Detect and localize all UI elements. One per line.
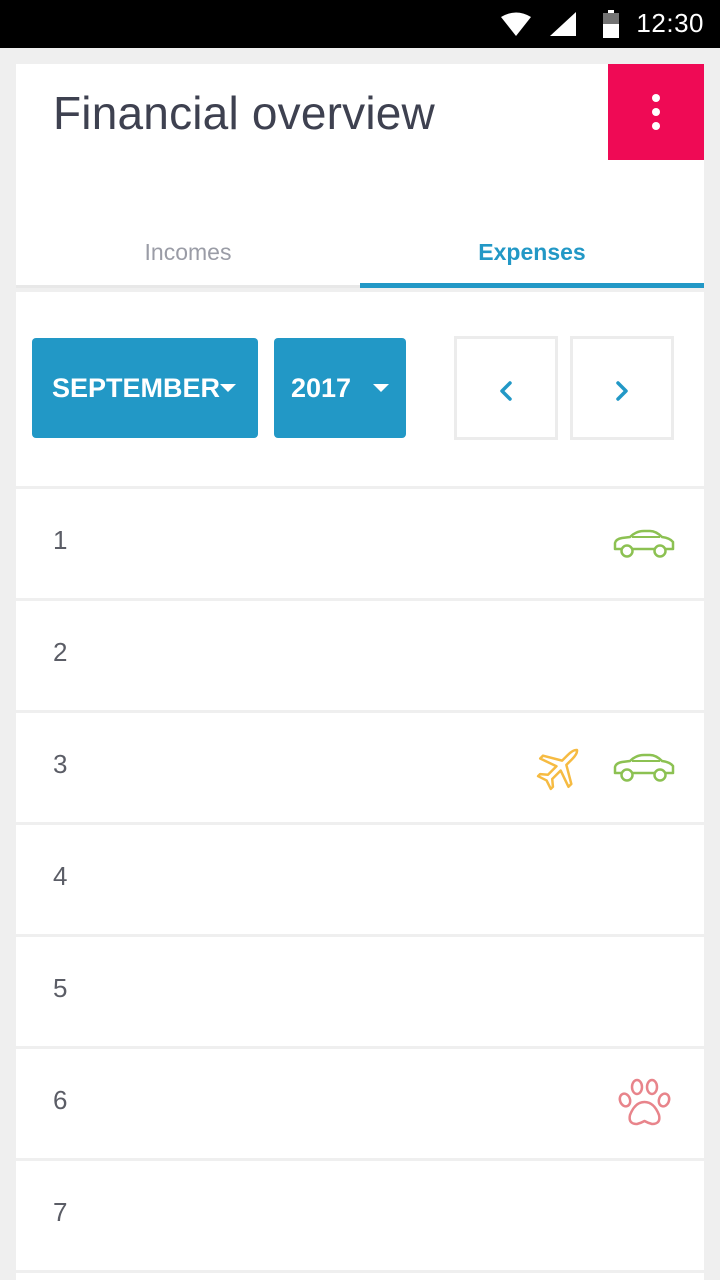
status-bar: 12:30: [0, 0, 720, 48]
day-row[interactable]: 4: [16, 825, 704, 934]
cell-signal-icon: [550, 12, 576, 36]
day-row[interactable]: 7: [16, 1161, 704, 1270]
previous-month-button[interactable]: [454, 336, 558, 440]
tab-bar: Incomes Expenses: [16, 220, 704, 288]
day-row[interactable]: 1: [16, 489, 704, 598]
month-label: SEPTEMBER: [52, 373, 221, 403]
day-number: 3: [53, 749, 68, 779]
tab-expenses[interactable]: Expenses: [360, 220, 704, 288]
caret-down-icon: [373, 384, 389, 392]
period-controls: SEPTEMBER 2017: [16, 292, 704, 486]
plane-icon: [536, 748, 579, 791]
day-number: 4: [53, 861, 68, 891]
day-row[interactable]: [16, 1273, 704, 1280]
tab-incomes[interactable]: Incomes: [16, 220, 360, 288]
day-row[interactable]: 3: [16, 713, 704, 822]
battery-icon: [603, 10, 619, 38]
day-row[interactable]: 2: [16, 601, 704, 710]
month-dropdown[interactable]: SEPTEMBER: [32, 338, 258, 438]
more-menu-button[interactable]: [608, 64, 704, 160]
car-icon: [613, 529, 675, 558]
chevron-left-icon: [500, 381, 512, 401]
year-label: 2017: [291, 373, 352, 403]
day-number: 7: [53, 1197, 68, 1227]
paw-icon: [618, 1078, 671, 1126]
caret-down-icon: [220, 384, 236, 392]
wifi-icon: [501, 12, 531, 36]
car-icon: [613, 753, 675, 782]
day-row[interactable]: 6: [16, 1049, 704, 1158]
day-number: 1: [53, 525, 68, 555]
day-number: 5: [53, 973, 68, 1003]
financial-overview-card: Financial overview Incomes Expenses SEPT…: [16, 64, 704, 1280]
day-number: 2: [53, 637, 68, 667]
status-time: 12:30: [636, 8, 704, 38]
page-title: Financial overview: [53, 87, 435, 139]
next-month-button[interactable]: [570, 336, 674, 440]
chevron-right-icon: [616, 381, 628, 401]
day-number: 6: [53, 1085, 68, 1115]
year-dropdown[interactable]: 2017: [274, 338, 406, 438]
day-row[interactable]: 5: [16, 937, 704, 1046]
